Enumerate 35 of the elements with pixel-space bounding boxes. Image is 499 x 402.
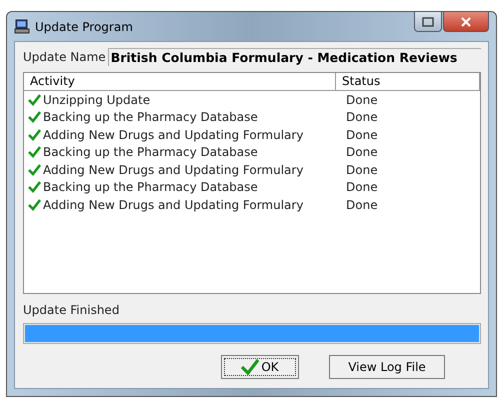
activity-text: Backing up the Pharmacy Database — [43, 180, 258, 194]
restore-button[interactable] — [414, 12, 442, 32]
activity-text: Backing up the Pharmacy Database — [43, 145, 258, 160]
close-button[interactable] — [443, 12, 489, 32]
checkmark-icon — [28, 164, 41, 176]
progress-label: Update Finished — [23, 303, 120, 317]
status-text: Done — [345, 180, 378, 194]
checkmark-icon — [28, 128, 41, 141]
status-text: Done — [345, 145, 378, 160]
activity-text: Backing up the Pharmacy Database — [43, 110, 258, 124]
window-icon — [422, 16, 434, 26]
dialog-button[interactable]: View Log File — [329, 355, 445, 379]
activity-text: Adding New Drugs and Updating Formulary — [43, 128, 304, 142]
column-header[interactable]: Activity — [24, 73, 336, 91]
activity-text: Adding New Drugs and Updating Formulary — [43, 162, 304, 177]
status-text: Done — [345, 198, 378, 212]
update-name-label: Update Name — [23, 50, 106, 64]
checkmark-icon — [28, 94, 41, 106]
checkmark-icon — [28, 198, 41, 211]
window-title: Update Program — [35, 20, 133, 34]
checkmark-icon — [241, 359, 260, 375]
computer-icon — [14, 18, 30, 34]
update-name-field: British Columbia Formulary - Medication Reviews — [108, 48, 481, 66]
dialog-button[interactable]: OK — [221, 355, 299, 379]
checkmark-icon — [28, 146, 41, 158]
status-text: Done — [345, 92, 378, 107]
checkmark-icon — [28, 181, 41, 194]
activity-text: Unzipping Update — [43, 92, 150, 107]
status-text: Done — [345, 128, 378, 142]
status-text: Done — [345, 110, 378, 124]
checkmark-icon — [28, 111, 41, 124]
column-header[interactable]: Status — [336, 73, 480, 91]
close-icon — [460, 16, 472, 26]
status-text: Done — [345, 162, 378, 177]
activity-text: Adding New Drugs and Updating Formulary — [43, 198, 304, 212]
